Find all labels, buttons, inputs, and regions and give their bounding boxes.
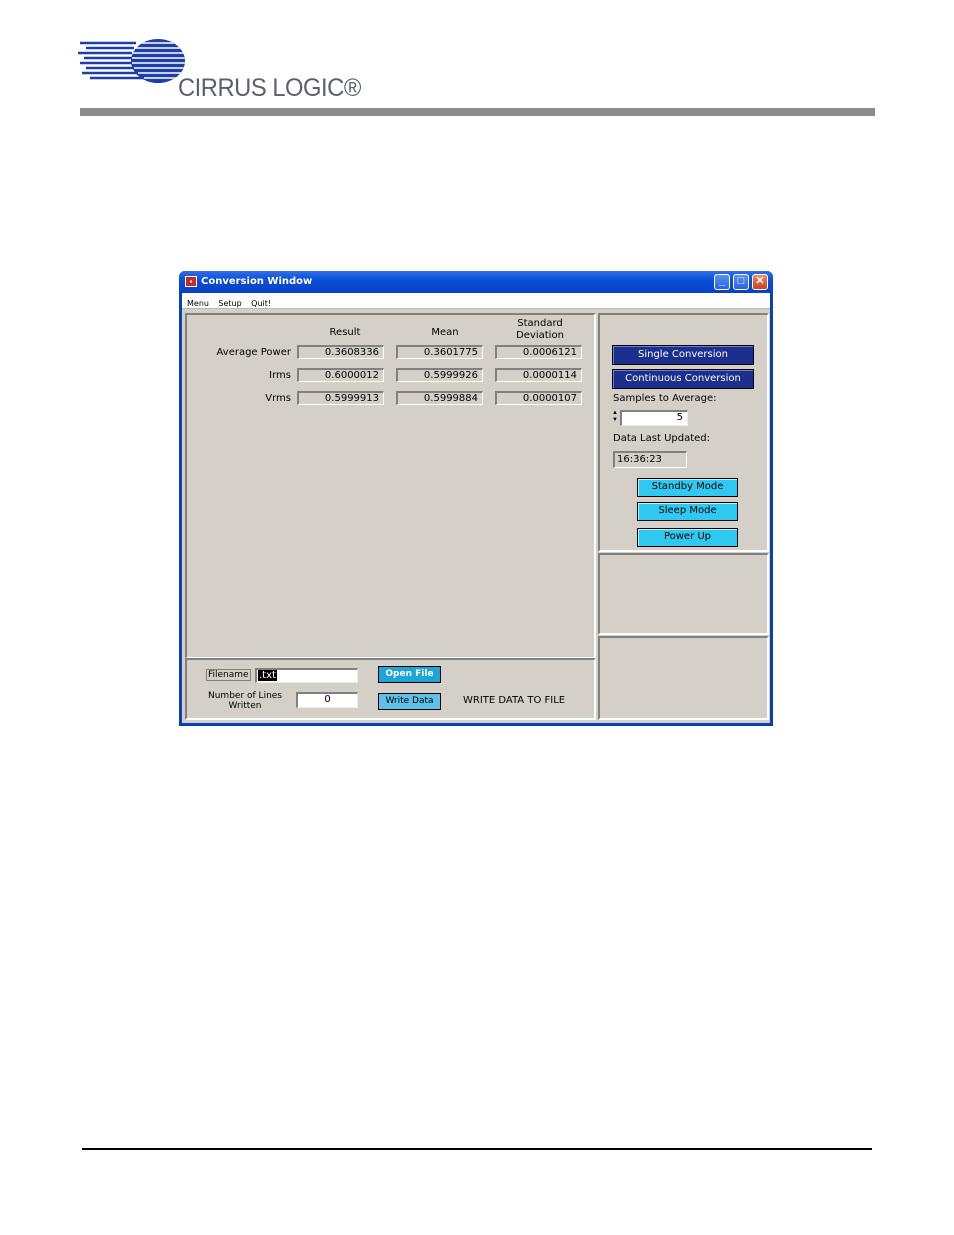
- single-conversion-button[interactable]: Single Conversion: [612, 345, 754, 365]
- lines-written-value: 0: [296, 692, 358, 708]
- average-power-std-dev: 0.0006121: [495, 345, 582, 359]
- menu-item-menu[interactable]: Menu: [187, 299, 209, 308]
- power-up-button[interactable]: Power Up: [637, 528, 738, 547]
- filename-label: Filename: [206, 669, 251, 681]
- data-last-updated-label: Data Last Updated:: [613, 433, 710, 444]
- data-last-updated-value: 16:36:23: [613, 451, 687, 468]
- menu-item-setup[interactable]: Setup: [218, 299, 241, 308]
- row-label-irms: Irms: [269, 370, 291, 381]
- column-header-std-dev: Standard Deviation: [516, 318, 564, 341]
- samples-stepper[interactable]: ▲ ▼: [612, 410, 620, 426]
- maximize-button[interactable]: □: [733, 274, 749, 290]
- continuous-conversion-button[interactable]: Continuous Conversion: [612, 369, 754, 389]
- results-panel: Result Mean Standard Deviation Average Po…: [185, 313, 596, 659]
- status-panel-upper: [598, 553, 769, 635]
- vrms-std-dev: 0.0000107: [495, 391, 582, 405]
- open-file-button[interactable]: Open File: [378, 666, 441, 683]
- average-power-result: 0.3608336: [297, 345, 384, 359]
- row-label-average-power: Average Power: [216, 347, 291, 358]
- lines-written-label-line1: Number of Lines: [208, 691, 282, 701]
- vrms-mean: 0.5999884: [396, 391, 483, 405]
- maximize-icon: □: [737, 275, 745, 287]
- write-data-button[interactable]: Write Data: [378, 693, 441, 710]
- cirrus-logic-logo: CIRRUS LOGIC®: [78, 38, 361, 108]
- filename-value: .txt: [258, 670, 277, 681]
- logo-swoosh-icon: [78, 39, 185, 83]
- menu-item-quit[interactable]: Quit!: [251, 299, 271, 308]
- header-divider: [80, 108, 875, 116]
- footer-divider: [82, 1148, 872, 1150]
- column-header-mean: Mean: [431, 327, 459, 338]
- vrms-result: 0.5999913: [297, 391, 384, 405]
- standby-mode-button[interactable]: Standby Mode: [637, 478, 738, 497]
- minimize-button[interactable]: _: [714, 274, 730, 290]
- lines-written-label-line2: Written: [228, 701, 262, 711]
- logo-wordmark: CIRRUS LOGIC®: [178, 74, 361, 102]
- irms-result: 0.6000012: [297, 368, 384, 382]
- window-titlebar[interactable]: ▪ Conversion Window _ □ ✕: [179, 271, 773, 293]
- conversion-window: ▪ Conversion Window _ □ ✕ Menu Setup Qui…: [179, 271, 773, 726]
- window-client-area: Result Mean Standard Deviation Average Po…: [182, 309, 770, 723]
- samples-to-average-label: Samples to Average:: [613, 393, 717, 404]
- stepper-down-icon[interactable]: ▼: [612, 417, 620, 424]
- filename-input[interactable]: .txt: [255, 668, 358, 683]
- controls-panel: Single Conversion Continuous Conversion …: [598, 313, 769, 552]
- average-power-mean: 0.3601775: [396, 345, 483, 359]
- samples-to-average-input[interactable]: 5: [620, 410, 688, 426]
- lines-written-label: Number of Lines Written: [205, 691, 285, 711]
- stepper-up-icon[interactable]: ▲: [612, 410, 620, 417]
- minimize-icon: _: [718, 275, 726, 287]
- app-icon: ▪: [185, 276, 197, 287]
- irms-std-dev: 0.0000114: [495, 368, 582, 382]
- close-icon: ✕: [755, 275, 765, 287]
- sleep-mode-button[interactable]: Sleep Mode: [637, 502, 738, 521]
- write-status-text: WRITE DATA TO FILE: [463, 695, 566, 706]
- irms-mean: 0.5999926: [396, 368, 483, 382]
- file-panel: Filename .txt Open File Number of Lines …: [185, 658, 596, 720]
- window-title: Conversion Window: [201, 276, 313, 287]
- column-header-result: Result: [329, 327, 361, 338]
- close-button[interactable]: ✕: [752, 274, 768, 290]
- status-panel-lower: [598, 636, 769, 720]
- row-label-vrms: Vrms: [265, 393, 291, 404]
- menu-bar: Menu Setup Quit!: [182, 293, 770, 309]
